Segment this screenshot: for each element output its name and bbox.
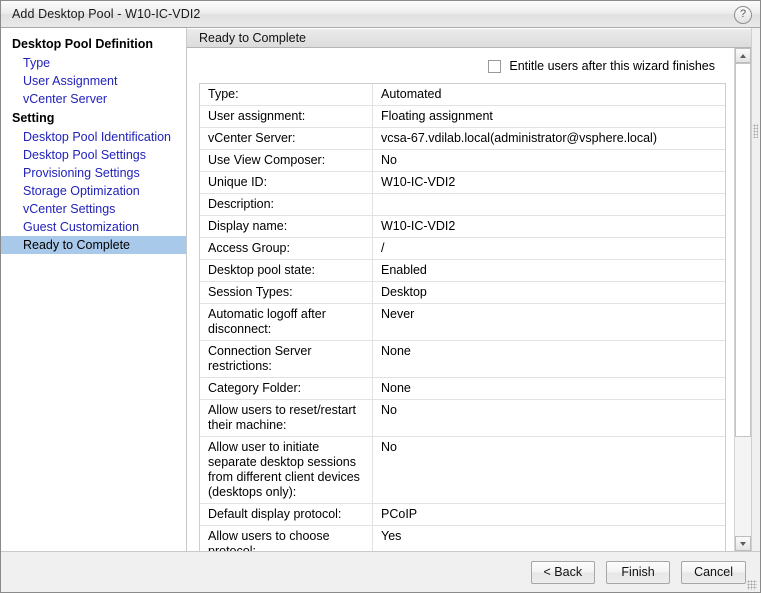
row-value: PCoIP — [381, 507, 418, 521]
resize-grip-icon[interactable] — [747, 580, 757, 590]
table-row: Type: Automated — [200, 84, 725, 106]
table-row: Description: — [200, 194, 725, 216]
entitle-users-label: Entitle users after this wizard finishes — [509, 59, 715, 73]
sidebar-item-vcenter-settings[interactable]: vCenter Settings — [1, 200, 186, 218]
row-value: / — [381, 241, 385, 255]
dialog-footer: < Back Finish Cancel — [1, 551, 760, 592]
sidebar-item-vcenter-server[interactable]: vCenter Server — [1, 90, 186, 108]
row-value: No — [381, 153, 397, 167]
row-value: W10-IC-VDI2 — [381, 219, 456, 233]
table-row: Desktop pool state: Enabled — [200, 260, 725, 282]
table-row: Default display protocol: PCoIP — [200, 504, 725, 526]
row-key: Session Types: — [200, 282, 373, 303]
scrollbar-thumb[interactable] — [735, 63, 751, 437]
table-row: Session Types: Desktop — [200, 282, 725, 304]
summary-content: Entitle users after this wizard finishes… — [187, 48, 734, 551]
table-row: Category Folder: None — [200, 378, 725, 400]
row-value: vcsa-67.vdilab.local(administrator@vsphe… — [381, 131, 657, 145]
nav-group-label: Desktop Pool Definition — [12, 37, 153, 51]
table-row: Allow user to initiate separate desktop … — [200, 437, 725, 504]
row-value: Floating assignment — [381, 109, 493, 123]
table-row: Display name: W10-IC-VDI2 — [200, 216, 725, 238]
table-row: Automatic logoff after disconnect: Never — [200, 304, 725, 341]
table-row: Connection Server restrictions: None — [200, 341, 725, 378]
scrollbar-track[interactable] — [735, 63, 751, 536]
row-key: Connection Server restrictions: — [200, 341, 373, 377]
table-row: User assignment: Floating assignment — [200, 106, 725, 128]
row-value: No — [381, 403, 397, 417]
row-value: No — [381, 440, 397, 454]
table-row: Unique ID: W10-IC-VDI2 — [200, 172, 725, 194]
finish-button[interactable]: Finish — [606, 560, 671, 584]
sidebar-item-desktop-pool-settings[interactable]: Desktop Pool Settings — [1, 146, 186, 164]
nav-group-setting: Setting Desktop Pool Identification Desk… — [1, 108, 186, 254]
cancel-button[interactable]: Cancel — [681, 560, 746, 584]
row-key: Access Group: — [200, 238, 373, 259]
window-title: Add Desktop Pool - W10-IC-VDI2 — [12, 7, 201, 21]
summary-table: Type: Automated User assignment: Floatin… — [199, 83, 726, 551]
pane-body: Entitle users after this wizard finishes… — [187, 48, 751, 551]
sidebar-item-provisioning-settings[interactable]: Provisioning Settings — [1, 164, 186, 182]
back-button[interactable]: < Back — [530, 560, 596, 584]
table-row: Use View Composer: No — [200, 150, 725, 172]
row-value — [373, 194, 725, 215]
row-value: Never — [381, 307, 415, 321]
splitter-grip-icon — [753, 124, 758, 138]
row-key: Description: — [200, 194, 373, 215]
entitle-users-checkbox[interactable] — [488, 59, 502, 73]
scroll-down-arrow-icon[interactable] — [735, 536, 751, 551]
entitle-users-row: Entitle users after this wizard finishes — [199, 48, 726, 83]
row-key: Unique ID: — [200, 172, 373, 193]
table-row: Allow users to choose protocol: Yes — [200, 526, 725, 551]
row-key: Allow user to initiate separate desktop … — [200, 437, 373, 503]
row-key: Type: — [200, 84, 373, 105]
sidebar-item-ready-to-complete[interactable]: Ready to Complete — [1, 236, 186, 254]
row-key: Category Folder: — [200, 378, 373, 399]
row-value: Desktop — [381, 285, 427, 299]
summary-vertical-scrollbar[interactable] — [734, 48, 751, 551]
dialog-body: Desktop Pool Definition Type User Assign… — [1, 28, 760, 551]
scroll-up-arrow-icon[interactable] — [735, 48, 751, 63]
row-key: Default display protocol: — [200, 504, 373, 525]
table-row: Allow users to reset/restart their machi… — [200, 400, 725, 437]
row-key: Desktop pool state: — [200, 260, 373, 281]
nav-group-desktop-pool-definition: Desktop Pool Definition Type User Assign… — [1, 34, 186, 108]
main-panel: Ready to Complete Entitle users after th… — [187, 28, 751, 551]
pane-title: Ready to Complete — [187, 28, 751, 48]
row-value: Automated — [381, 87, 442, 101]
row-key: Allow users to choose protocol: — [200, 526, 373, 551]
add-desktop-pool-dialog: Add Desktop Pool - W10-IC-VDI2 ? Desktop… — [0, 0, 761, 593]
row-key: Use View Composer: — [200, 150, 373, 171]
sidebar-item-storage-optimization[interactable]: Storage Optimization — [1, 182, 186, 200]
sidebar-item-guest-customization[interactable]: Guest Customization — [1, 218, 186, 236]
row-key: Allow users to reset/restart their machi… — [200, 400, 373, 436]
row-value: Yes — [381, 529, 402, 543]
row-key: vCenter Server: — [200, 128, 373, 149]
row-value: W10-IC-VDI2 — [381, 175, 456, 189]
table-row: vCenter Server: vcsa-67.vdilab.local(adm… — [200, 128, 725, 150]
wizard-navigation-sidebar: Desktop Pool Definition Type User Assign… — [1, 28, 187, 551]
title-bar: Add Desktop Pool - W10-IC-VDI2 ? — [1, 1, 760, 28]
sidebar-item-type[interactable]: Type — [1, 54, 186, 72]
table-row: Access Group: / — [200, 238, 725, 260]
sidebar-item-user-assignment[interactable]: User Assignment — [1, 72, 186, 90]
nav-group-label: Setting — [12, 111, 55, 125]
help-icon[interactable]: ? — [734, 6, 752, 24]
row-key: Display name: — [200, 216, 373, 237]
row-key: Automatic logoff after disconnect: — [200, 304, 373, 340]
sidebar-item-desktop-pool-identification[interactable]: Desktop Pool Identification — [1, 128, 186, 146]
row-value: Enabled — [381, 263, 427, 277]
row-value: None — [381, 344, 411, 358]
panel-splitter[interactable] — [751, 28, 760, 551]
row-value: None — [381, 381, 411, 395]
row-key: User assignment: — [200, 106, 373, 127]
